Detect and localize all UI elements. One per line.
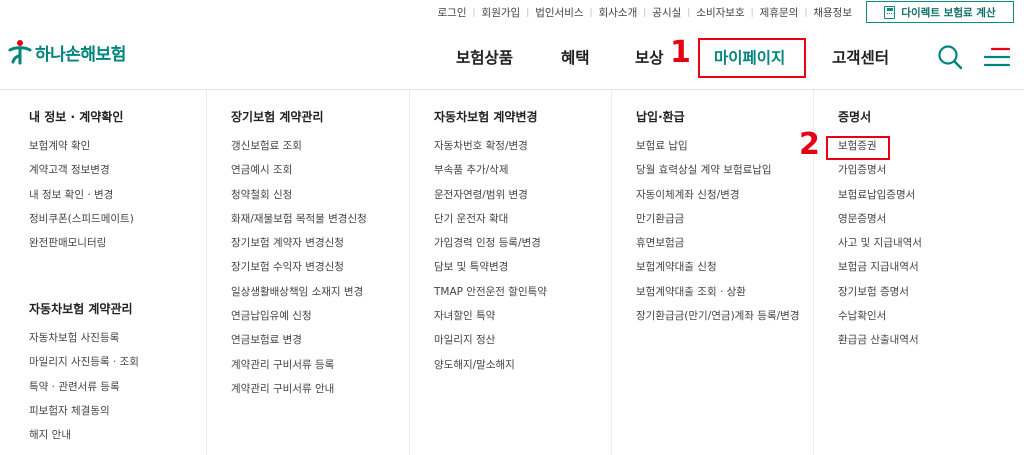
my-info-menu-list: 보험계약 확인 계약고객 정보변경 내 정보 확인 · 변경 정비쿠폰(스피드메… bbox=[29, 139, 134, 260]
careers-link[interactable]: 채용정보 bbox=[807, 5, 858, 20]
menu-item-subscription-withdrawal[interactable]: 청약철회 신청 bbox=[231, 188, 367, 212]
menu-item-car-number[interactable]: 자동차번호 확정/변경 bbox=[434, 139, 547, 163]
group-title-auto-contract-mgmt: 자동차보험 계약관리 bbox=[29, 302, 133, 316]
menu-item-policy-loan-apply[interactable]: 보험계약대출 신청 bbox=[636, 260, 800, 284]
group-title-certificates: 증명서 bbox=[838, 110, 872, 124]
menu-item-long-term-cert[interactable]: 장기보험 증명서 bbox=[838, 285, 922, 309]
nav-benefits[interactable]: 혜택 bbox=[561, 46, 590, 68]
group-title-long-term-mgmt: 장기보험 계약관리 bbox=[231, 110, 324, 124]
menu-item-child-discount[interactable]: 자녀할인 특약 bbox=[434, 309, 547, 333]
utility-bar: 로그인 | 회원가입 | 법인서비스 | 회사소개 | 공시실 | 소비자보호 | 제휴문의… bbox=[0, 0, 1024, 26]
menu-item-english-cert[interactable]: 영문증명서 bbox=[838, 212, 922, 236]
menu-item-transfer-cancellation[interactable]: 양도해지/말소해지 bbox=[434, 358, 547, 382]
signup-link[interactable]: 회원가입 bbox=[476, 5, 527, 20]
menu-item-renewal-premium[interactable]: 갱신보험료 조회 bbox=[231, 139, 367, 163]
nav-customer-center[interactable]: 고객센터 bbox=[832, 46, 889, 68]
menu-item-maturity-refund[interactable]: 만기환급금 bbox=[636, 212, 800, 236]
calculator-icon bbox=[884, 5, 896, 19]
menu-item-my-info-change[interactable]: 내 정보 확인 · 변경 bbox=[29, 188, 134, 212]
menu-item-premium-payment-cert[interactable]: 보험료납입증명서 bbox=[838, 188, 922, 212]
menu-item-sales-monitoring[interactable]: 완전판매모니터링 bbox=[29, 236, 134, 260]
menu-item-auto-photo-register[interactable]: 자동차보험 사진등록 bbox=[29, 331, 139, 355]
menu-item-refund-account[interactable]: 장기환급금(만기/연금)계좌 등록/변경 bbox=[636, 309, 800, 333]
menu-item-pension-premium-change[interactable]: 연금보험료 변경 bbox=[231, 333, 367, 357]
menu-item-cancellation-guide[interactable]: 해지 안내 bbox=[29, 428, 139, 452]
menu-item-subscription-cert[interactable]: 가입증명서 bbox=[838, 163, 922, 187]
menu-item-claim-payment-statement[interactable]: 보험금 지급내역서 bbox=[838, 260, 922, 284]
menu-item-maintenance-coupon[interactable]: 정비쿠폰(스피드메이트) bbox=[29, 212, 134, 236]
menu-item-customer-info-change[interactable]: 계약고객 정보변경 bbox=[29, 163, 134, 187]
menu-item-pension-estimate[interactable]: 연금예시 조회 bbox=[231, 163, 367, 187]
menu-item-coverage-rider-change[interactable]: 담보 및 특약변경 bbox=[434, 260, 547, 284]
menu-item-rider-docs-register[interactable]: 특약 · 관련서류 등록 bbox=[29, 380, 139, 404]
utility-links: 로그인 | 회원가입 | 법인서비스 | 회사소개 | 공시실 | 소비자보호 | 제휴문의… bbox=[432, 5, 858, 20]
menu-item-driver-age-range[interactable]: 운전자연령/범위 변경 bbox=[434, 188, 547, 212]
group-title-auto-contract-change: 자동차보험 계약변경 bbox=[434, 110, 538, 124]
menu-item-receipt-confirmation[interactable]: 수납확인서 bbox=[838, 309, 922, 333]
insurance-policy-highlight-box bbox=[826, 136, 890, 160]
corporate-service-link[interactable]: 법인서비스 bbox=[529, 5, 589, 20]
menu-item-short-term-driver[interactable]: 단기 운전자 확대 bbox=[434, 212, 547, 236]
header: 하나손해보험 보험상품 혜택 보상 1 마이페이지 고객센터 bbox=[0, 28, 1024, 88]
menu-item-beneficiary-change[interactable]: 장기보험 수익자 변경신청 bbox=[231, 260, 367, 284]
menu-item-dormant-insurance[interactable]: 휴면보험금 bbox=[636, 236, 800, 260]
payment-refund-menu-list: 보험료 납입 당월 효력상실 계약 보험료납입 자동이체계좌 신청/변경 만기환… bbox=[636, 139, 800, 333]
menu-item-lapsed-premium-payment[interactable]: 당월 효력상실 계약 보험료납입 bbox=[636, 163, 800, 187]
menu-item-contract-check[interactable]: 보험계약 확인 bbox=[29, 139, 134, 163]
menu-item-fire-property-change[interactable]: 화재/재물보험 목적물 변경신청 bbox=[231, 212, 367, 236]
menu-item-policyholder-change[interactable]: 장기보험 계약자 변경신청 bbox=[231, 236, 367, 260]
menu-item-policy-loan-repay[interactable]: 보험계약대출 조회 · 상환 bbox=[636, 285, 800, 309]
menu-item-auto-transfer-account[interactable]: 자동이체계좌 신청/변경 bbox=[636, 188, 800, 212]
auto-contract-mgmt-menu-list: 자동차보험 사진등록 마일리지 사진등록 · 조회 특약 · 관련서류 등록 피… bbox=[29, 331, 139, 452]
direct-premium-calc-button[interactable]: 다이렉트 보험료 계산 bbox=[866, 1, 1014, 23]
consumer-protection-link[interactable]: 소비자보호 bbox=[690, 5, 750, 20]
menu-item-docs-register[interactable]: 계약관리 구비서류 등록 bbox=[231, 358, 367, 382]
menu-item-pension-deferral[interactable]: 연금납입유예 신청 bbox=[231, 309, 367, 333]
disclosure-link[interactable]: 공시실 bbox=[646, 5, 687, 20]
main-nav: 보험상품 혜택 보상 1 마이페이지 고객센터 bbox=[0, 38, 1024, 78]
nav-insurance-products[interactable]: 보험상품 bbox=[456, 46, 513, 68]
nav-claims[interactable]: 보상 bbox=[635, 46, 664, 68]
menu-item-liability-address-change[interactable]: 일상생활배상책임 소재지 변경 bbox=[231, 285, 367, 309]
menu-item-refund-calc-statement[interactable]: 환급금 산출내역서 bbox=[838, 333, 922, 357]
search-icon[interactable] bbox=[937, 44, 963, 70]
direct-premium-calc-label: 다이렉트 보험료 계산 bbox=[901, 6, 996, 19]
company-intro-link[interactable]: 회사소개 bbox=[593, 5, 644, 20]
login-link[interactable]: 로그인 bbox=[432, 5, 473, 20]
group-title-my-info: 내 정보 · 계약확인 bbox=[29, 110, 124, 124]
certificates-menu-list: 보험증권 가입증명서 보험료납입증명서 영문증명서 사고 및 지급내역서 보험금… bbox=[838, 139, 922, 358]
partnership-link[interactable]: 제휴문의 bbox=[754, 5, 805, 20]
menu-item-premium-payment[interactable]: 보험료 납입 bbox=[636, 139, 800, 163]
menu-item-accessories[interactable]: 부속품 추가/삭제 bbox=[434, 163, 547, 187]
annotation-marker-2: 2 bbox=[799, 127, 820, 162]
long-term-mgmt-menu-list: 갱신보험료 조회 연금예시 조회 청약철회 신청 화재/재물보험 목적물 변경신… bbox=[231, 139, 367, 406]
menu-item-docs-guide[interactable]: 계약관리 구비서류 안내 bbox=[231, 382, 367, 406]
nav-mypage[interactable]: 마이페이지 bbox=[714, 46, 785, 68]
menu-item-mileage-settlement[interactable]: 마일리지 정산 bbox=[434, 333, 547, 357]
hamburger-menu-icon[interactable] bbox=[984, 46, 1010, 68]
menu-item-experience-recognition[interactable]: 가입경력 인정 등록/변경 bbox=[434, 236, 547, 260]
menu-item-tmap-discount[interactable]: TMAP 안전운전 할인특약 bbox=[434, 285, 547, 309]
auto-contract-change-menu-list: 자동차번호 확정/변경 부속품 추가/삭제 운전자연령/범위 변경 단기 운전자… bbox=[434, 139, 547, 382]
group-title-payment-refund: 납입·환급 bbox=[636, 110, 685, 124]
menu-item-accident-payment-statement[interactable]: 사고 및 지급내역서 bbox=[838, 236, 922, 260]
menu-item-mileage-photo[interactable]: 마일리지 사진등록 · 조회 bbox=[29, 355, 139, 379]
annotation-marker-1: 1 bbox=[670, 35, 691, 70]
menu-item-insured-consent[interactable]: 피보험자 체결동의 bbox=[29, 404, 139, 428]
